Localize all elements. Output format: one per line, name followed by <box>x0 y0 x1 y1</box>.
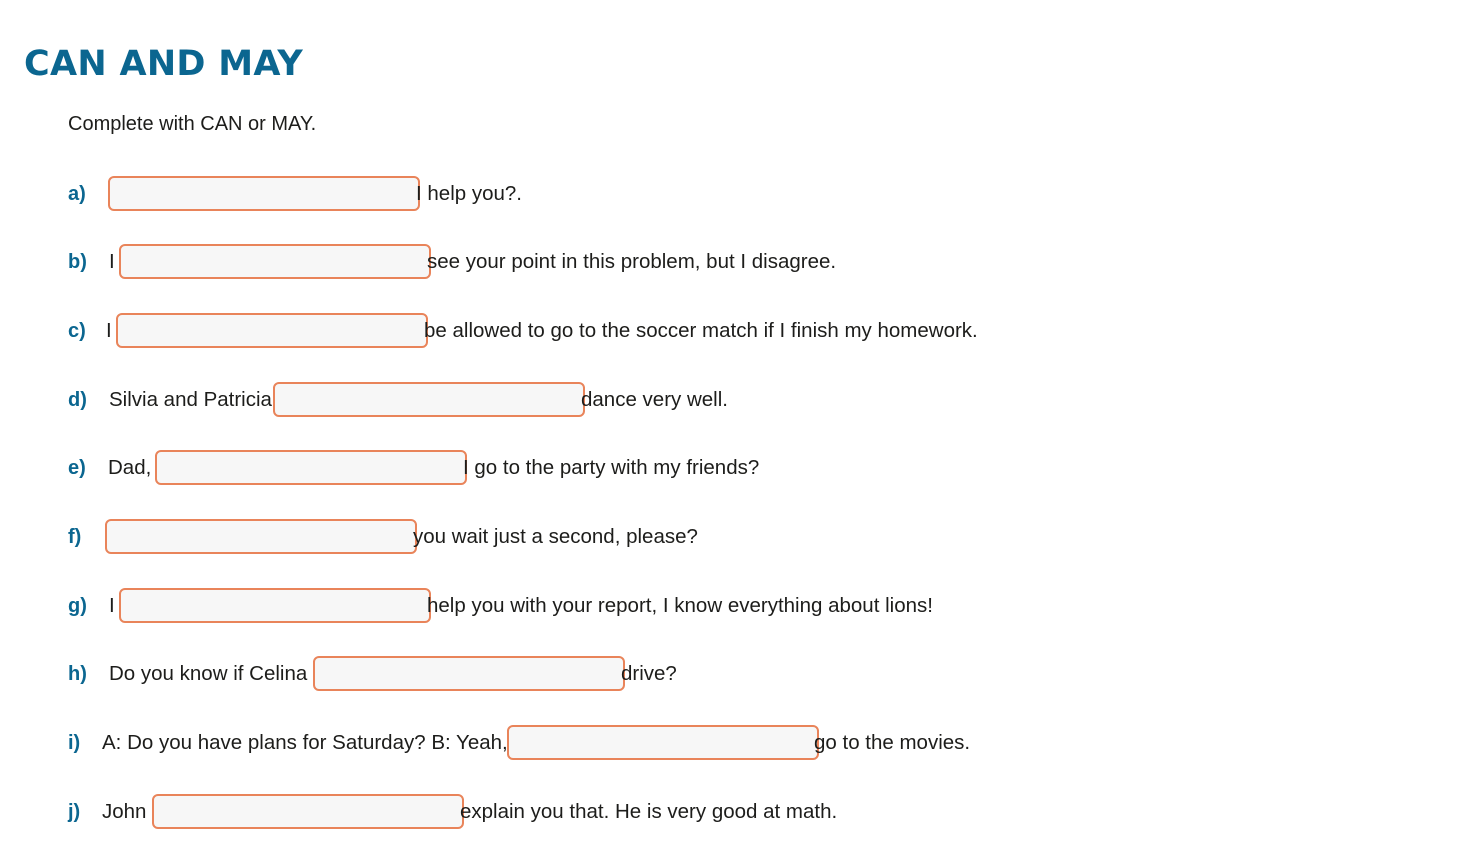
item-letter: a) <box>68 183 86 205</box>
sentence-before-blank: A: Do you have plans for Saturday? B: Ye… <box>102 731 520 754</box>
sentence-after-blank: see your point in this problem, but I di… <box>427 250 837 273</box>
item-letter: f) <box>68 526 82 548</box>
answer-input-g[interactable] <box>119 588 431 623</box>
answer-input-d[interactable] <box>273 382 585 417</box>
item-letter: e) <box>68 457 86 479</box>
sentence-after-blank: be allowed to go to the soccer match if … <box>424 319 978 342</box>
item-letter: b) <box>68 251 87 273</box>
exercise-item-e: e) Dad, I go to the party with my friend… <box>0 450 1460 490</box>
exercise-item-j: j) John explain you that. He is very goo… <box>0 794 1460 834</box>
item-letter: i) <box>68 732 81 754</box>
answer-input-a[interactable] <box>108 176 420 211</box>
answer-input-j[interactable] <box>152 794 464 829</box>
answer-input-f[interactable] <box>105 519 417 554</box>
item-letter: j) <box>68 801 81 823</box>
item-letter: h) <box>68 663 87 685</box>
answer-input-i[interactable] <box>507 725 819 760</box>
sentence-before-blank: John <box>102 800 147 823</box>
item-letter: c) <box>68 320 86 342</box>
answer-input-e[interactable] <box>155 450 467 485</box>
item-letter: d) <box>68 389 87 411</box>
item-letter: g) <box>68 595 87 617</box>
sentence-after-blank: go to the movies. <box>814 731 971 754</box>
sentence-after-blank: drive? <box>621 662 677 685</box>
exercise-item-h: h) Do you know if Celina drive? <box>0 656 1460 696</box>
exercise-item-c: c) I be allowed to go to the soccer matc… <box>0 313 1460 353</box>
sentence-after-blank: I help you?. <box>416 182 522 205</box>
exercise-item-i: i) A: Do you have plans for Saturday? B:… <box>0 725 1460 765</box>
sentence-before-blank: I <box>106 319 112 342</box>
exercise-item-d: d) Silvia and Patricia dance very well. <box>0 382 1460 422</box>
sentence-after-blank: help you with your report, I know everyt… <box>427 594 933 617</box>
sentence-before-blank: Dad, <box>108 456 152 479</box>
exercise-item-b: b) I see your point in this problem, but… <box>0 244 1460 284</box>
instruction-text: Complete with CAN or MAY. <box>68 113 317 135</box>
sentence-before-blank: I <box>109 250 115 273</box>
sentence-before-blank: Silvia and Patricia <box>109 388 272 411</box>
exercise-item-g: g) I help you with your report, I know e… <box>0 588 1460 628</box>
answer-input-c[interactable] <box>116 313 428 348</box>
sentence-after-blank: you wait just a second, please? <box>413 525 698 548</box>
sentence-after-blank: explain you that. He is very good at mat… <box>460 800 838 823</box>
sentence-after-blank: I go to the party with my friends? <box>463 456 760 479</box>
sentence-before-blank: I <box>109 594 115 617</box>
page-title: CAN AND MAY <box>24 44 304 84</box>
exercise-item-f: f) you wait just a second, please? <box>0 519 1460 559</box>
answer-input-b[interactable] <box>119 244 431 279</box>
sentence-after-blank: dance very well. <box>581 388 728 411</box>
sentence-before-blank: Do you know if Celina <box>109 662 308 685</box>
answer-input-h[interactable] <box>313 656 625 691</box>
exercise-item-a: a) I help you?. <box>0 176 1460 216</box>
